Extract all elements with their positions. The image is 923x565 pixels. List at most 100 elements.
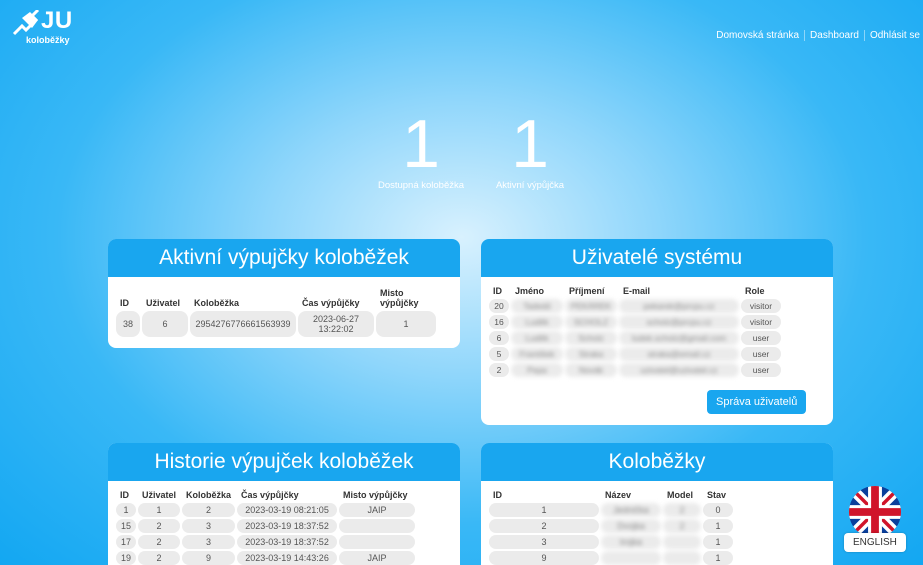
table-cell: 2 [663,519,701,533]
column-header: Čas výpůjčky [302,298,360,308]
language-switcher[interactable]: ENGLISH [844,486,914,552]
table-row: 2 Dvojka 2 1 [489,519,733,533]
table-cell: visitor [741,315,781,329]
stat-available-value: 1 [402,106,440,182]
table-cell: JAIP [339,503,416,517]
column-header: ID [493,490,502,500]
table-cell: pekarek@prcpu.cz [619,299,739,313]
top-navigation: Domovská stránka Dashboard Odhlásit se [711,30,920,41]
table-cell: 2 [138,535,181,549]
table-cell: user [741,347,781,361]
table-cell: uzivatel@uzivatel.cz [619,363,739,377]
column-header: Název [605,490,632,500]
table-row: 15 2 3 2023-03-19 18:37:52 [116,519,416,533]
table-cell [601,551,661,565]
table-cell: trojka [601,535,661,549]
table-row: 6 Luděk Scholz ludek.scholz@gmail.com us… [489,331,781,345]
table-cell: 3 [489,535,599,549]
system-users-title: Uživatelé systému [481,239,833,277]
table-row: 1 1 2 2023-03-19 08:21:05 JAIP [116,503,416,517]
plug-icon [12,10,40,36]
table-cell: 1 [489,503,599,517]
table-cell: 16 [489,315,509,329]
table-row: 16 Luděk SCHOLZ scholz@prcpu.cz visitor [489,315,781,329]
active-rentals-panel: Aktivní výpujčky koloběžek ID Uživatel K… [108,239,460,348]
table-row: 38 6 2954276776661563939 2023-06-27 13:2… [116,311,436,337]
stat-active-value: 1 [511,106,549,182]
column-header: Čas výpůjčky [241,490,299,500]
nav-dashboard-link[interactable]: Dashboard [805,30,865,41]
scooters-title: Koloběžky [481,443,833,481]
table-cell: PEKÁREK [565,299,617,313]
table-row: 9 1 [489,551,733,565]
table-row: 20 Tadeáš PEKÁREK pekarek@prcpu.cz visit… [489,299,781,313]
column-header: ID [120,298,129,308]
scooters-panel: Koloběžky ID Název Model Stav 1 Jednička… [481,443,833,565]
table-cell: 2 [138,551,181,565]
table-cell: 0 [703,503,733,517]
column-header: Koloběžka [186,490,232,500]
column-header: Misto výpůjčky [343,490,408,500]
table-cell: Jednička [601,503,661,517]
table-cell [339,535,416,549]
table-cell: Straka [565,347,617,361]
column-header: Jméno [515,286,545,296]
scooters-table: ID Název Model Stav 1 Jednička 2 0 2 Dvo… [487,487,735,565]
table-cell: 2023-06-27 13:22:02 [298,311,374,337]
table-cell: scholz@prcpu.cz [619,315,739,329]
table-cell: 38 [116,311,140,337]
column-header: Uživatel [146,298,181,308]
table-cell [339,519,416,533]
column-header: Uživatel [142,490,177,500]
table-cell: 1 [116,503,137,517]
brand-logo[interactable]: JU koloběžky [12,7,82,48]
nav-logout-link[interactable]: Odhlásit se [865,30,920,41]
table-cell: 1 [376,311,436,337]
table-row: 1 Jednička 2 0 [489,503,733,517]
table-cell: 15 [116,519,137,533]
table-cell: Pepa [511,363,563,377]
table-cell: 2 [489,363,509,377]
table-row: 17 2 3 2023-03-19 18:37:52 [116,535,416,549]
manage-users-button[interactable]: Správa uživatelů [707,390,807,414]
stat-active-label: Aktivní výpůjčka [495,180,565,191]
system-users-panel: Uživatelé systému ID Jméno Příjmení E-ma… [481,239,833,425]
table-cell: visitor [741,299,781,313]
table-cell: 2023-03-19 18:37:52 [237,519,338,533]
active-rentals-title: Aktivní výpujčky koloběžek [108,239,460,277]
table-row: 19 2 9 2023-03-19 14:43:26 JAIP [116,551,416,565]
table-cell: Novák [565,363,617,377]
column-header: E-mail [623,286,651,296]
users-table: ID Jméno Příjmení E-mail Role 20 Tadeáš … [487,283,783,379]
table-cell: 1 [703,519,733,533]
stat-available-label: Dostupná koloběžka [377,180,465,191]
brand-name: JU [41,7,73,34]
nav-home-link[interactable]: Domovská stránka [711,30,806,41]
column-header: Příjmení [569,286,605,296]
table-cell [663,535,701,549]
table-cell: 2 [489,519,599,533]
table-cell: 3 [182,519,236,533]
uk-flag-icon[interactable] [849,486,901,538]
brand-subtitle: koloběžky [26,35,70,45]
table-cell: Scholz [565,331,617,345]
stat-available-scooters: 1 Dostupná koloběžka [366,110,476,191]
column-header: Misto výpůjčky [380,288,419,308]
table-cell: 17 [116,535,137,549]
language-button[interactable]: ENGLISH [844,533,906,552]
table-cell: 20 [489,299,509,313]
table-cell: Luděk [511,331,563,345]
table-row: 3 trojka 1 [489,535,733,549]
table-cell: 2023-03-19 18:37:52 [237,535,338,549]
table-cell: 2 [663,503,701,517]
table-cell: 6 [142,311,188,337]
table-cell: 1 [703,535,733,549]
column-header: Role [745,286,765,296]
rental-history-table: ID Uživatel Koloběžka Čas výpůjčky Misto… [114,487,417,565]
stat-active-rentals: 1 Aktivní výpůjčka [480,110,580,191]
table-cell: straka@email.cz [619,347,739,361]
column-header: Model [667,490,693,500]
table-cell: František [511,347,563,361]
table-cell: 19 [116,551,137,565]
table-cell: 9 [489,551,599,565]
